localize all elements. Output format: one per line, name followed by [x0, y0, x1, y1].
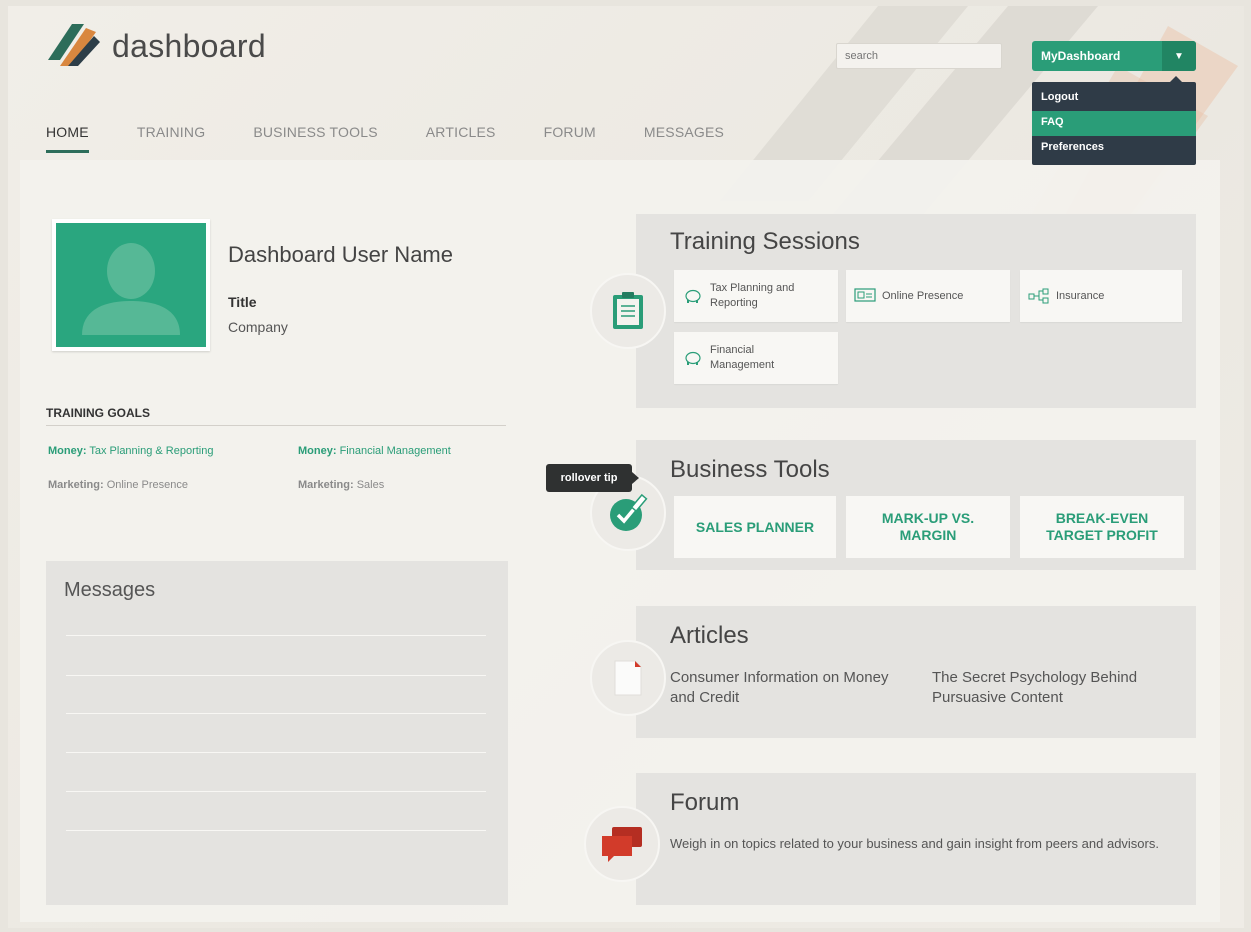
user-silhouette-icon: [82, 243, 180, 335]
message-row[interactable]: [66, 752, 486, 753]
goal-link[interactable]: Money: Financial Management: [298, 445, 451, 457]
account-button-label: MyDashboard: [1041, 49, 1121, 63]
session-tile[interactable]: Financial Management: [674, 332, 838, 384]
brand-title: dashboard: [112, 28, 266, 64]
divider: [46, 425, 506, 426]
session-tile[interactable]: Tax Planning and Reporting: [674, 270, 838, 322]
nav-business-tools[interactable]: BUSINESS TOOLS: [253, 124, 377, 153]
nav-messages[interactable]: MESSAGES: [644, 124, 724, 153]
messages-panel: Messages: [46, 561, 508, 905]
network-icon: [1028, 285, 1050, 307]
main-nav: HOME TRAINING BUSINESS TOOLS ARTICLES FO…: [46, 124, 772, 153]
chat-bubbles-icon: [584, 806, 660, 882]
forum-description[interactable]: Weigh in on topics related to your busin…: [670, 835, 1170, 854]
nav-forum[interactable]: FORUM: [544, 124, 596, 153]
article-link[interactable]: Consumer Information on Money and Credit: [670, 668, 890, 707]
menu-item-logout[interactable]: Logout: [1032, 86, 1196, 111]
piggy-bank-icon: [682, 285, 704, 307]
goal-link[interactable]: Money: Tax Planning & Reporting: [48, 445, 214, 457]
goal-topic: Online Presence: [106, 479, 189, 491]
messages-heading: Messages: [64, 579, 156, 601]
goal-category: Money:: [48, 445, 87, 457]
session-tile[interactable]: Online Presence: [846, 270, 1010, 322]
message-row[interactable]: [66, 675, 486, 676]
goal-category: Marketing:: [298, 479, 354, 491]
business-tools-card: Business Tools SALES PLANNER MARK-UP VS.…: [636, 440, 1196, 570]
message-row[interactable]: [66, 713, 486, 714]
forum-heading: Forum: [670, 789, 740, 816]
goal-link[interactable]: Marketing: Online Presence: [48, 479, 188, 491]
session-label: Financial Management: [710, 344, 775, 371]
session-tile[interactable]: Insurance: [1020, 270, 1182, 322]
rollover-tooltip: rollover tip: [546, 464, 639, 492]
nav-training[interactable]: TRAINING: [137, 124, 206, 153]
sales-planner-button[interactable]: SALES PLANNER: [674, 496, 836, 558]
break-even-target-profit-button[interactable]: BREAK-EVEN TARGET PROFIT: [1020, 496, 1184, 558]
user-company: Company: [228, 319, 288, 335]
chevron-down-icon[interactable]: ▼: [1162, 41, 1196, 71]
goal-topic: Sales: [356, 479, 385, 491]
user-title: Title: [228, 294, 257, 310]
articles-card: Articles Consumer Information on Money a…: [636, 606, 1196, 738]
goal-link[interactable]: Marketing: Sales: [298, 479, 384, 491]
goal-topic: Financial Management: [339, 445, 451, 457]
nav-home[interactable]: HOME: [46, 124, 89, 153]
session-label: Tax Planning and Reporting: [710, 282, 795, 309]
session-label: Insurance: [1056, 289, 1105, 302]
user-name: Dashboard User Name: [228, 242, 453, 267]
article-link[interactable]: The Secret Psychology Behind Pursuasive …: [932, 668, 1172, 707]
piggy-bank-icon: [682, 347, 704, 369]
session-label: Online Presence: [882, 289, 964, 302]
training-sessions-card: Training Sessions Tax Planning and Repor…: [636, 214, 1196, 408]
clipboard-icon: [590, 273, 666, 349]
markup-vs-margin-button[interactable]: MARK-UP VS. MARGIN: [846, 496, 1010, 558]
account-dropdown-button[interactable]: MyDashboard ▼: [1032, 41, 1196, 71]
goal-category: Money:: [298, 445, 337, 457]
articles-heading: Articles: [670, 622, 749, 649]
message-row[interactable]: [66, 635, 486, 636]
account-menu: Logout FAQ Preferences: [1032, 76, 1196, 165]
training-goals-heading: TRAINING GOALS: [46, 406, 150, 420]
business-tools-heading: Business Tools: [670, 456, 830, 483]
document-icon: [590, 640, 666, 716]
forum-card: Forum Weigh in on topics related to your…: [636, 773, 1196, 905]
menu-item-preferences[interactable]: Preferences: [1032, 136, 1196, 161]
goal-topic: Tax Planning & Reporting: [89, 445, 214, 457]
monitor-icon: [854, 285, 876, 307]
goal-category: Marketing:: [48, 479, 104, 491]
message-row[interactable]: [66, 830, 486, 831]
message-row[interactable]: [66, 791, 486, 792]
search-input[interactable]: [836, 43, 1002, 69]
avatar[interactable]: [52, 219, 210, 351]
logo-icon: [48, 24, 100, 66]
nav-articles[interactable]: ARTICLES: [426, 124, 496, 153]
training-sessions-heading: Training Sessions: [670, 228, 860, 255]
menu-item-faq[interactable]: FAQ: [1032, 111, 1196, 136]
